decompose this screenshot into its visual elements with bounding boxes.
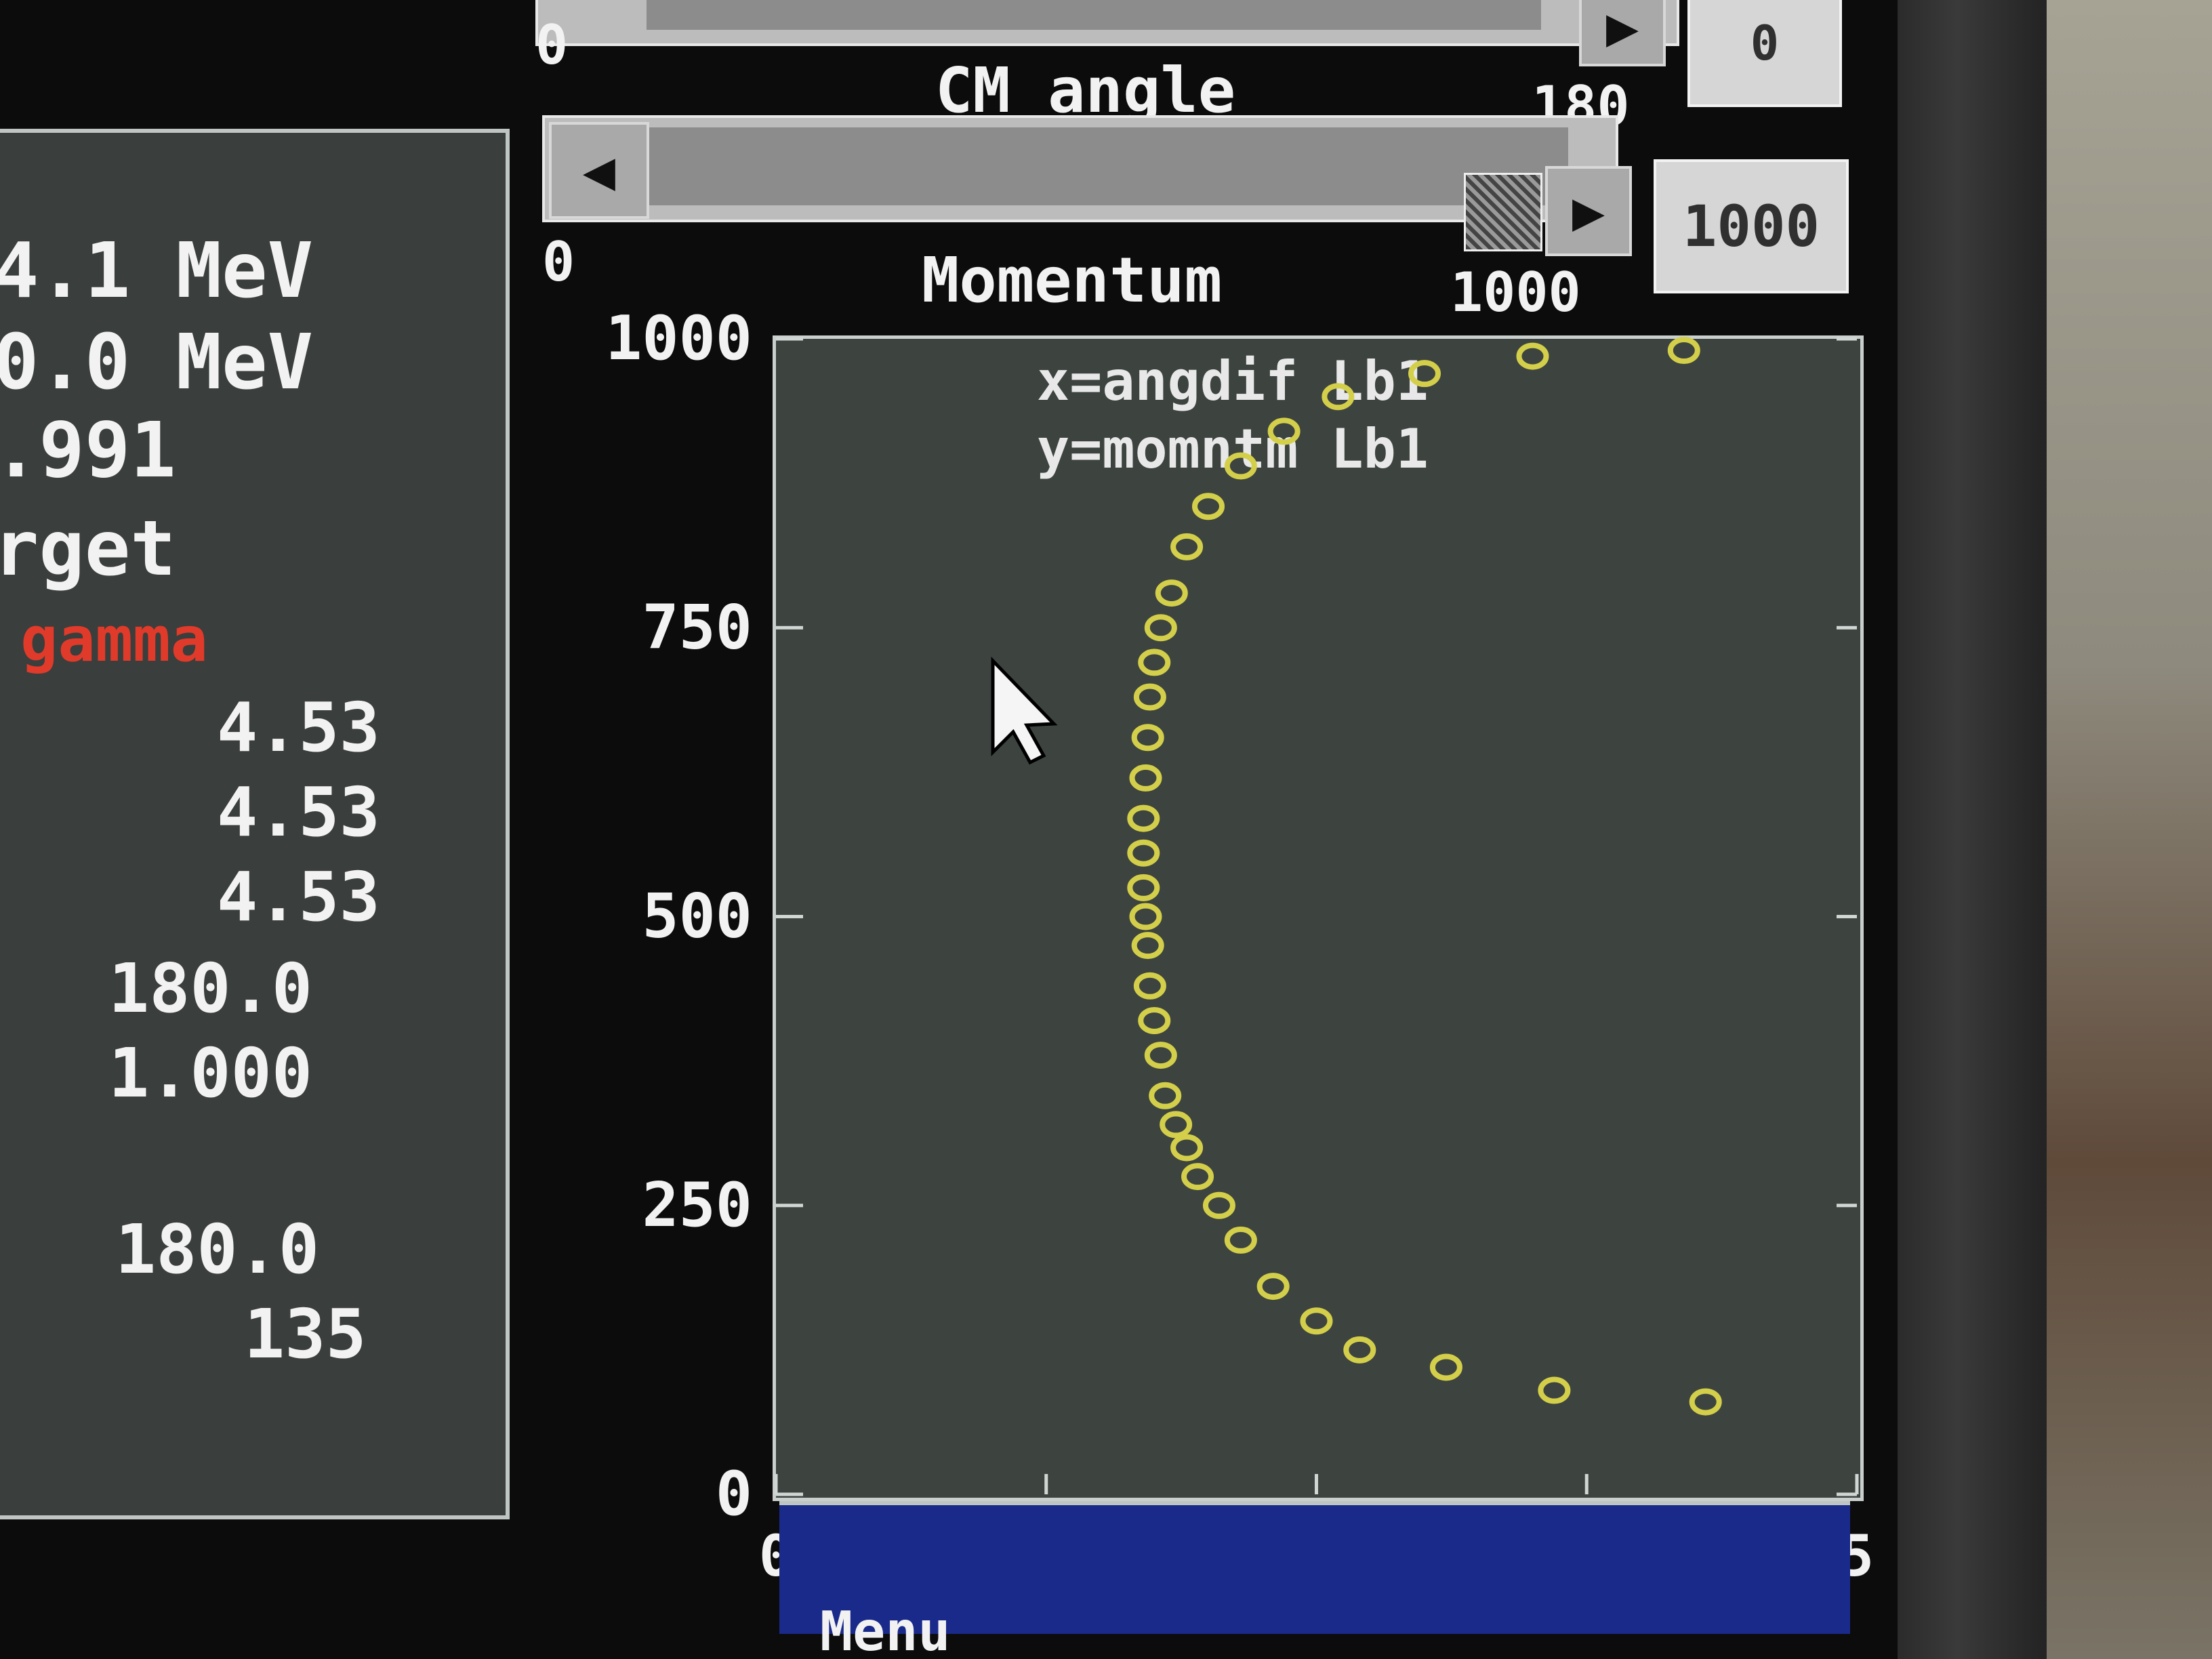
data-point: [1667, 337, 1700, 365]
data-point: [1170, 1134, 1204, 1162]
legend-x: x=angdif Lb1: [1037, 350, 1429, 413]
data-point: [1133, 972, 1166, 1000]
data-point: [1429, 1353, 1462, 1381]
data-point: [1129, 764, 1162, 792]
data-point: [1170, 533, 1204, 560]
data-point: [1127, 839, 1160, 867]
data-point: [1131, 724, 1164, 752]
data-point: [1144, 614, 1177, 642]
monitor-bezel: [1898, 0, 2047, 1659]
data-point: [1129, 903, 1162, 930]
data-point: [1144, 1042, 1177, 1069]
data-point: [1689, 1388, 1722, 1416]
data-point: [1202, 1191, 1235, 1219]
background-wall: [2047, 0, 2212, 1659]
y-tick-label: 0: [716, 1458, 752, 1530]
monitor-screen: ▶ 0 0 CM angle 180 ◀ ▶ 1000 0 Momentum 1…: [0, 0, 1898, 1659]
data-point: [1224, 1226, 1257, 1254]
data-point: [1181, 1163, 1214, 1191]
menu-button[interactable]: Menu: [820, 1600, 951, 1659]
data-point: [1155, 579, 1188, 607]
legend-y: y=momntm Lb1: [1037, 417, 1429, 480]
data-point: [1133, 683, 1166, 711]
data-point: [1300, 1307, 1333, 1335]
taskbar: Menu: [779, 1501, 1850, 1659]
data-point: [1127, 874, 1160, 901]
data-point: [1160, 1111, 1193, 1139]
data-point: [1256, 1273, 1290, 1300]
data-point: [1149, 1082, 1182, 1109]
data-point: [1131, 932, 1164, 960]
data-point: [1343, 1336, 1376, 1364]
data-point: [1138, 1006, 1171, 1034]
y-tick-label: 1000: [605, 303, 752, 374]
scatter-plot: 012.52537.5502505007501000x=angdif Lb1y=…: [605, 303, 1874, 1589]
y-tick-label: 500: [642, 881, 752, 952]
mouse-cursor-icon: [991, 656, 1058, 765]
data-point: [1127, 804, 1160, 832]
data-point: [1138, 649, 1171, 676]
y-tick-label: 750: [642, 592, 752, 663]
data-point: [1538, 1376, 1571, 1404]
data-point: [1192, 493, 1225, 520]
y-tick-label: 250: [642, 1170, 752, 1241]
data-point: [1516, 342, 1549, 370]
